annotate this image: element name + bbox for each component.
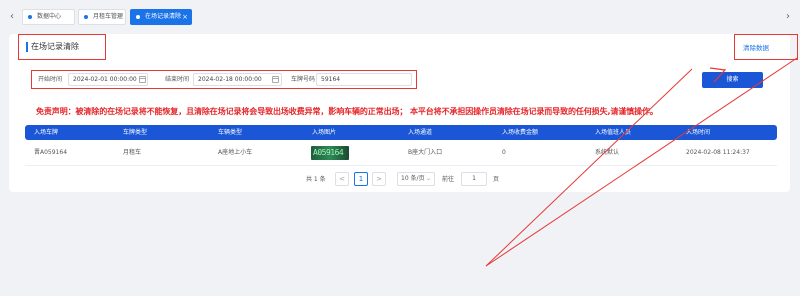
annotation-arrows <box>485 57 798 267</box>
arrow-head-icon <box>709 67 727 83</box>
annotation-line <box>485 68 693 267</box>
annotation-line <box>485 57 798 267</box>
